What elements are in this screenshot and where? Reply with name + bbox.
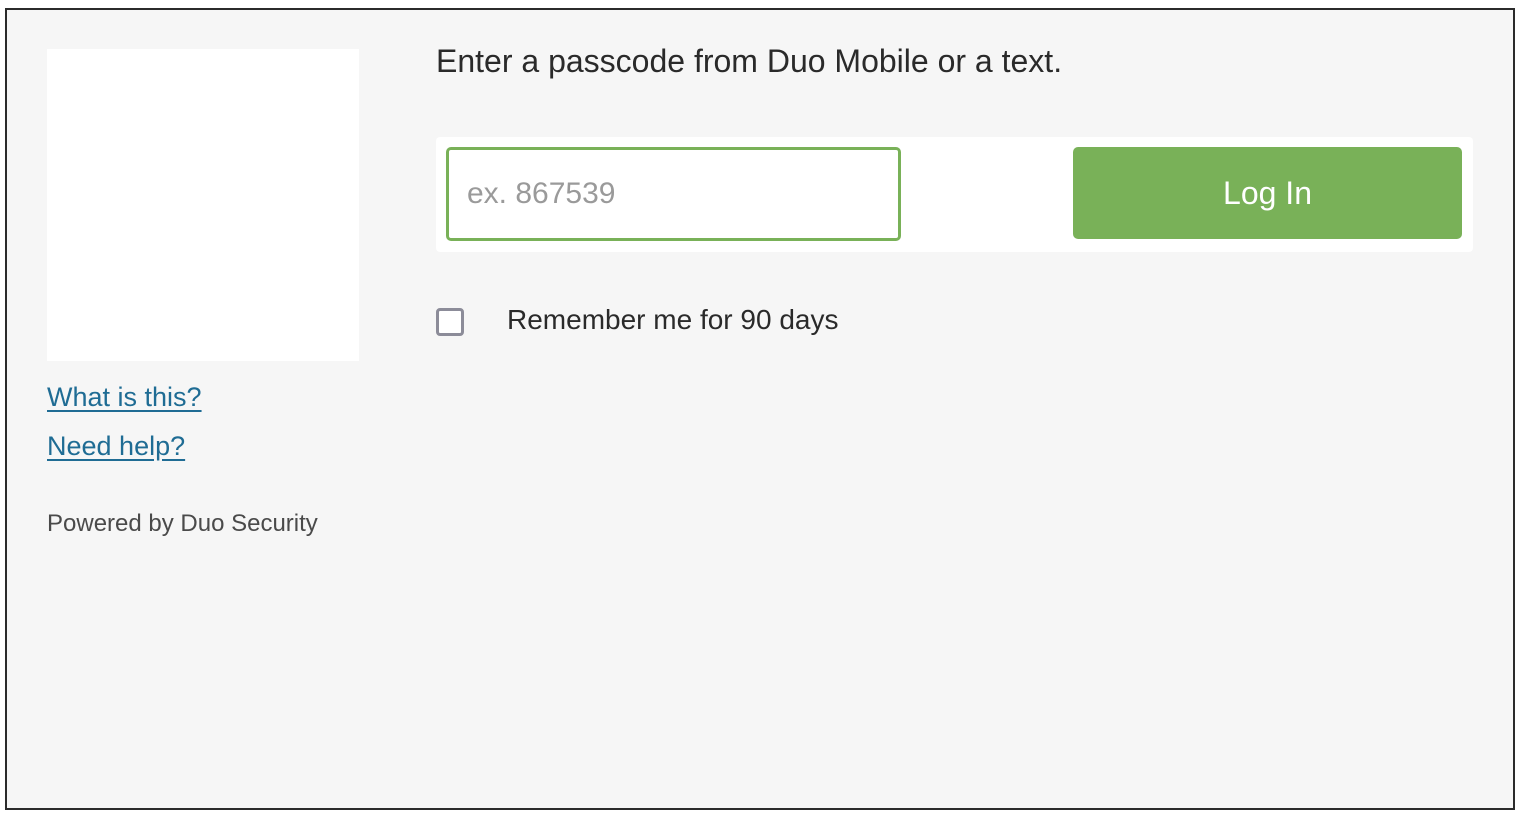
passcode-entry-row: Log In xyxy=(436,137,1473,252)
need-help-link[interactable]: Need help? xyxy=(47,431,185,462)
remember-me-row: Remember me for 90 days xyxy=(436,304,838,336)
remember-me-checkbox[interactable] xyxy=(436,308,464,336)
passcode-input[interactable] xyxy=(446,147,901,241)
duo-auth-frame: What is this? Need help? Powered by Duo … xyxy=(5,8,1515,810)
what-is-this-link[interactable]: What is this? xyxy=(47,382,202,413)
login-button[interactable]: Log In xyxy=(1073,147,1462,239)
logo-placeholder xyxy=(47,49,359,361)
passcode-prompt: Enter a passcode from Duo Mobile or a te… xyxy=(436,43,1063,79)
remember-me-label[interactable]: Remember me for 90 days xyxy=(507,304,838,336)
powered-by-text: Powered by Duo Security xyxy=(47,510,318,537)
